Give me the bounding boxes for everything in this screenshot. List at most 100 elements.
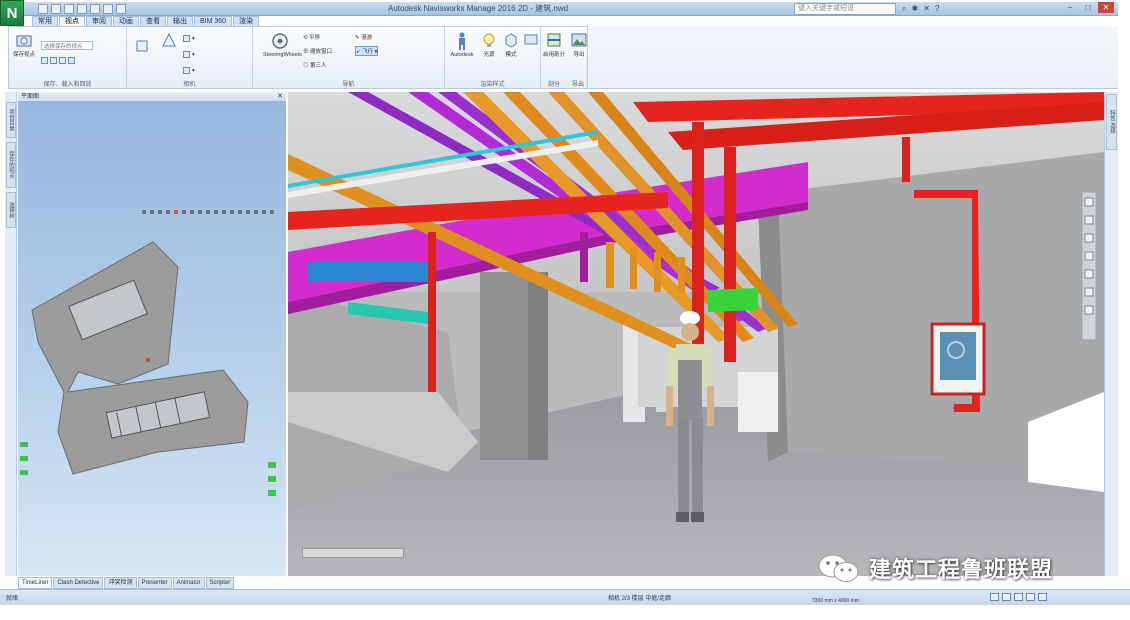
tab-timeliner[interactable]: TimeLiner xyxy=(18,577,53,589)
print-icon[interactable] xyxy=(77,4,87,14)
subscription-icon[interactable]: ✱ xyxy=(911,4,918,14)
performance-icon[interactable] xyxy=(1038,593,1047,601)
ribbon-group-render: Autodesk 光源 模式 渲染样式 xyxy=(445,27,541,89)
realism-button[interactable]: Autodesk xyxy=(447,32,477,58)
align-camera[interactable]: ▾ xyxy=(183,35,195,42)
box-icon xyxy=(136,40,148,52)
display-button[interactable] xyxy=(521,32,541,50)
person-icon xyxy=(459,32,465,50)
search-input[interactable]: 键入关键字或短语 xyxy=(794,3,896,15)
side-tab-selection-tree[interactable]: 选择树 xyxy=(6,192,16,228)
close-button[interactable]: ✕ xyxy=(1098,2,1114,13)
tab-presenter[interactable]: Presenter xyxy=(137,577,172,589)
save-icon[interactable] xyxy=(64,4,74,14)
plan-canvas[interactable] xyxy=(18,102,286,576)
ribbon-panel: 保存视点 选择保存的视点 保存、载入和回放 ▾ ▾ ▾ 相机 SteeringW… xyxy=(8,26,588,89)
status-coordinates: 7300 mm x 4000 mm xyxy=(812,598,859,604)
ribbon-group-label: 相机 xyxy=(183,82,196,88)
tab-output[interactable]: 输出 xyxy=(167,16,193,26)
tab-scripter[interactable]: Scripter xyxy=(205,577,235,589)
tab-viewpoint[interactable]: 视点 xyxy=(59,16,85,26)
orbit-label: 第三人 xyxy=(310,63,327,69)
status-text: 就绪 xyxy=(6,596,19,602)
tab-clash-detective[interactable]: Clash Detective xyxy=(53,577,104,589)
next-icon[interactable] xyxy=(1014,593,1023,601)
steeringwheels-button[interactable]: SteeringWheels xyxy=(263,32,302,58)
save-viewpoint-button[interactable]: 保存视点 xyxy=(13,32,35,58)
redo-icon[interactable] xyxy=(103,4,113,14)
enable-sectioning-button[interactable]: 启用剖分 xyxy=(543,32,565,58)
window-title: Autodesk Navisworks Manage 2016 2D - 建筑.… xyxy=(388,4,569,13)
new-icon[interactable] xyxy=(38,4,48,14)
ribbon-group-label: 剖分 xyxy=(547,82,560,88)
app-logo[interactable]: N xyxy=(0,0,24,26)
realism-label: Autodesk xyxy=(450,52,474,58)
tab-clash[interactable]: 冲突检测 xyxy=(104,577,137,589)
export-icon xyxy=(571,33,587,47)
sheet-icon[interactable] xyxy=(990,593,999,601)
show-tilt[interactable]: ▾ xyxy=(183,67,195,74)
memory-icon[interactable] xyxy=(1026,593,1035,601)
3d-viewport[interactable] xyxy=(288,92,1104,576)
export-image-button[interactable]: 导出 xyxy=(569,32,589,58)
perspective-icon xyxy=(162,32,176,47)
light-label: 光源 xyxy=(483,52,495,58)
ribbon-group-section: 启用剖分 剖分 xyxy=(541,27,567,89)
side-tab-project[interactable]: 项目目录 xyxy=(6,102,16,138)
nav-bar[interactable] xyxy=(1081,191,1097,341)
mode-button[interactable]: 模式 xyxy=(501,32,521,58)
tab-animation[interactable]: 动画 xyxy=(113,16,139,26)
tab-review[interactable]: 审阅 xyxy=(86,16,112,26)
minimize-button[interactable]: – xyxy=(1062,2,1078,13)
walk-label: 漫游 xyxy=(361,35,373,41)
ribbon-group-save: 保存视点 选择保存的视点 保存、载入和回放 xyxy=(9,27,127,89)
bottom-dock-tabs: TimeLiner Clash Detective 冲突检测 Presenter… xyxy=(18,577,235,589)
side-tab-viewpoints[interactable]: 保存的视点 xyxy=(6,142,16,188)
maximize-button[interactable]: □ xyxy=(1080,2,1096,13)
viewport-scale-bar xyxy=(302,548,404,558)
exchange-icon[interactable]: ✕ xyxy=(923,4,930,14)
mode-label: 模式 xyxy=(505,52,517,58)
close-icon[interactable]: ✕ xyxy=(277,92,283,102)
tab-view[interactable]: 查看 xyxy=(140,16,166,26)
wechat-icon xyxy=(818,554,859,582)
open-icon[interactable] xyxy=(51,4,61,14)
plan-panel-title: 平面图 xyxy=(21,94,40,100)
ribbon-group-label: 保存、载入和回放 xyxy=(43,82,92,88)
glide-label: 飞行 xyxy=(362,49,374,55)
camera-button[interactable] xyxy=(133,39,153,55)
walk-tool[interactable]: ✎ 漫游 xyxy=(355,33,372,41)
blue-pipe xyxy=(308,262,428,282)
light-button[interactable]: 光源 xyxy=(479,32,499,58)
tab-animator[interactable]: Animator xyxy=(172,577,205,589)
section-icon xyxy=(547,33,561,47)
prev-icon[interactable] xyxy=(1002,593,1011,601)
search-icon[interactable]: ⌕ xyxy=(902,4,906,14)
glide-tool[interactable]: ➹ 飞行 ▾ xyxy=(355,46,379,56)
play-controls[interactable] xyxy=(41,57,77,64)
pan-tool[interactable]: ⟲ 平移 xyxy=(303,33,320,41)
green-duct xyxy=(708,288,758,312)
properties-tab[interactable]: 特性 选择 xyxy=(1106,94,1117,150)
perspective-button[interactable] xyxy=(157,32,181,50)
ribbon-empty-area xyxy=(588,26,1118,89)
ribbon-tabs: 常用 视点 审阅 动画 查看 输出 BIM 360 渲染 xyxy=(32,16,260,26)
camera-icon xyxy=(16,35,32,47)
ribbon-group-camera: ▾ ▾ ▾ 相机 xyxy=(127,27,253,89)
tab-render[interactable]: 渲染 xyxy=(233,16,260,26)
viewpoint-combo[interactable]: 选择保存的视点 xyxy=(41,41,93,50)
pan-label: 平移 xyxy=(309,35,321,41)
orbit-tool[interactable]: ◎ 第三人 xyxy=(303,61,327,69)
light-icon xyxy=(483,33,495,47)
help-icon[interactable]: ? xyxy=(935,4,939,14)
title-bar: Autodesk Navisworks Manage 2016 2D - 建筑.… xyxy=(8,2,1118,16)
undo-icon[interactable] xyxy=(90,4,100,14)
zoom-window-tool[interactable]: ⊕ 缩放窗口 xyxy=(303,47,332,55)
tab-home[interactable]: 常用 xyxy=(32,16,58,26)
tab-bim360[interactable]: BIM 360 xyxy=(194,16,233,26)
ribbon-group-label: 渲染样式 xyxy=(480,82,505,88)
straighten-camera[interactable]: ▾ xyxy=(183,51,195,58)
plan-view-panel: 平面图 ✕ xyxy=(18,92,286,576)
column xyxy=(480,272,528,460)
select-icon[interactable] xyxy=(116,4,126,14)
